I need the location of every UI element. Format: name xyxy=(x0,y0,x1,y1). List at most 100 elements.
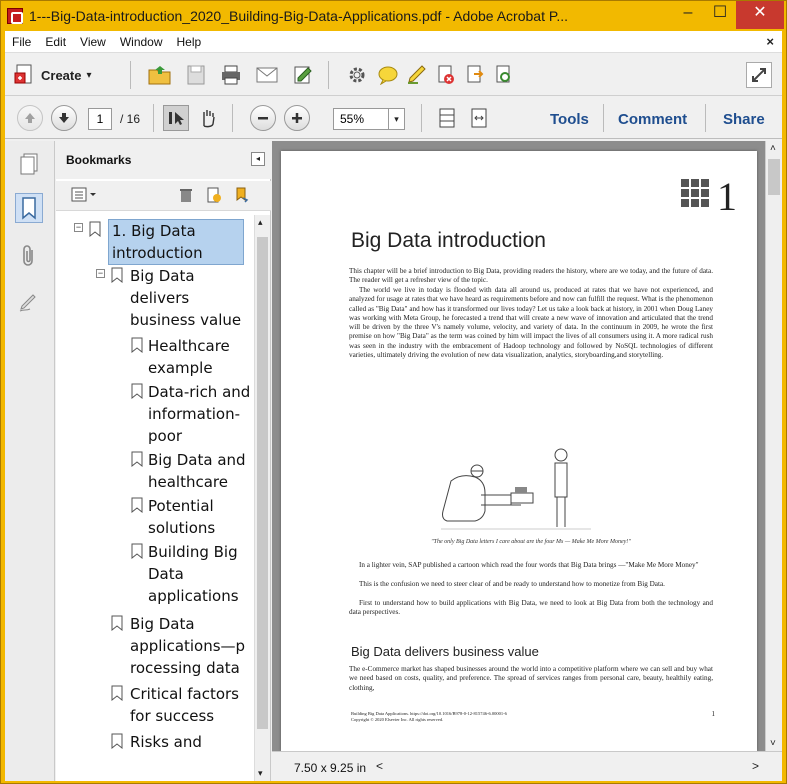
email-icon[interactable] xyxy=(255,62,279,88)
attachments-paperclip-icon[interactable] xyxy=(15,241,43,271)
menu-help[interactable]: Help xyxy=(170,35,209,49)
bookmark-item[interactable]: Healthcare example xyxy=(148,335,248,379)
export-pdf-icon[interactable] xyxy=(463,62,487,88)
title-bar[interactable]: 1---Big-Data-introduction_2020_Building-… xyxy=(1,1,786,31)
bookmarks-panel-icon[interactable] xyxy=(15,193,43,223)
bookmark-item[interactable]: Big Data applications—p rocessing data xyxy=(130,613,250,679)
delete-page-icon[interactable] xyxy=(434,62,458,88)
scroll-left-icon[interactable]: < xyxy=(376,759,383,773)
document-viewer[interactable]: 1 Big Data introduction This chapter wil… xyxy=(272,141,782,781)
paragraph-intro: This chapter will be a brief introductio… xyxy=(349,267,713,285)
fit-page-icon[interactable] xyxy=(435,105,459,131)
bookmark-icon xyxy=(111,685,123,701)
bookmark-item[interactable]: Critical factors for success xyxy=(130,683,250,727)
comment-bubble-icon[interactable] xyxy=(376,62,400,88)
cartoon-caption: "The only Big Data letters I care about … xyxy=(431,539,631,545)
navigation-rail xyxy=(5,141,55,781)
collapse-panel-button[interactable]: ◂ xyxy=(251,152,265,166)
scroll-right-icon[interactable]: > xyxy=(752,759,759,773)
page-magnify-icon[interactable] xyxy=(492,62,516,88)
bookmark-item[interactable]: Building Big Data applications xyxy=(148,541,251,607)
previous-page-icon[interactable] xyxy=(17,105,43,131)
bookmark-icon xyxy=(111,615,123,631)
signatures-pen-icon[interactable] xyxy=(15,287,43,317)
chevron-down-icon: ▾ xyxy=(86,69,92,81)
paragraph-perspectives: First to understand how to build applica… xyxy=(349,599,713,617)
create-pdf-icon[interactable] xyxy=(13,62,37,88)
menu-file[interactable]: File xyxy=(5,35,38,49)
trash-icon[interactable] xyxy=(176,185,196,205)
bookmark-icon xyxy=(131,543,143,559)
divider xyxy=(153,104,154,132)
scroll-down-icon[interactable]: ▾ xyxy=(258,768,263,779)
zoom-out-icon[interactable] xyxy=(250,105,276,131)
print-icon[interactable] xyxy=(219,62,243,88)
collapse-toggle-icon[interactable]: − xyxy=(96,269,105,278)
divider xyxy=(421,104,422,132)
save-icon[interactable] xyxy=(185,62,207,88)
page-total-label: / 16 xyxy=(120,112,141,126)
bookmark-item[interactable]: Potential solutions xyxy=(148,495,251,539)
zoom-level-input[interactable] xyxy=(333,108,389,130)
expand-bookmark-icon[interactable] xyxy=(232,185,252,205)
divider xyxy=(130,61,131,89)
footer-copyright: Copyright © 2020 Elsevier Inc. All right… xyxy=(351,717,444,722)
open-folder-icon[interactable] xyxy=(147,62,173,88)
zoom-dropdown-button[interactable]: ▾ xyxy=(389,108,405,130)
bookmark-options-icon[interactable] xyxy=(70,185,100,205)
bookmarks-scrollbar[interactable]: ▴ ▾ xyxy=(254,215,270,781)
divider xyxy=(232,104,233,132)
collapse-toggle-icon[interactable]: − xyxy=(74,223,83,232)
menu-edit[interactable]: Edit xyxy=(38,35,73,49)
new-bookmark-icon[interactable] xyxy=(204,185,224,205)
tools-pane-link[interactable]: Tools xyxy=(550,111,589,128)
close-window-button[interactable]: ✕ xyxy=(736,1,784,29)
bookmark-item[interactable]: Big Data delivers business value xyxy=(130,265,250,331)
page-number: 1 xyxy=(711,710,716,718)
zoom-in-icon[interactable] xyxy=(284,105,310,131)
comment-pane-link[interactable]: Comment xyxy=(618,111,687,128)
select-cursor-icon[interactable] xyxy=(163,105,189,131)
paragraph-sap: In a lighter vein, SAP published a carto… xyxy=(359,561,699,569)
menu-view[interactable]: View xyxy=(73,35,113,49)
minimize-button[interactable]: – xyxy=(673,1,703,29)
scroll-thumb[interactable] xyxy=(768,159,780,195)
scroll-up-icon[interactable]: ˄ xyxy=(770,143,776,154)
scroll-up-icon[interactable]: ▴ xyxy=(258,217,263,228)
document-scrollbar[interactable]: ˄ ˅ xyxy=(765,141,782,751)
paragraph-history: The world we live in today is flooded wi… xyxy=(349,286,713,360)
bookmarks-tree: − 1. Big Data introduction − Big Data de… xyxy=(56,215,251,781)
maximize-button[interactable]: ☐ xyxy=(705,1,735,29)
main-toolbar: Create ▾ xyxy=(5,54,782,96)
page-number-input[interactable] xyxy=(88,108,112,130)
bookmark-item[interactable]: 1. Big Data introduction xyxy=(108,219,244,265)
status-bar: 7.50 x 9.25 in < > xyxy=(272,751,782,781)
settings-gear-icon[interactable] xyxy=(345,62,369,88)
menu-window[interactable]: Window xyxy=(113,35,170,49)
sign-document-icon[interactable] xyxy=(291,62,315,88)
scroll-down-icon[interactable]: ˅ xyxy=(770,738,776,749)
bookmark-item[interactable]: Risks and xyxy=(130,731,250,753)
paragraph-ecommerce: The e-Commerce market has shaped busines… xyxy=(349,665,713,692)
close-document-button[interactable]: × xyxy=(766,34,774,49)
highlight-pen-icon[interactable] xyxy=(405,62,429,88)
hand-tool-icon[interactable] xyxy=(195,105,221,131)
next-page-icon[interactable] xyxy=(51,105,77,131)
create-button[interactable]: Create ▾ xyxy=(41,66,92,84)
bookmark-icon xyxy=(131,337,143,353)
divider xyxy=(328,61,329,89)
share-pane-link[interactable]: Share xyxy=(723,111,765,128)
bookmark-icon xyxy=(111,267,123,283)
fit-width-icon[interactable] xyxy=(467,105,491,131)
bookmark-icon xyxy=(131,383,143,399)
bookmark-icon xyxy=(111,733,123,749)
acrobat-app-icon xyxy=(7,8,23,24)
fullscreen-expand-icon[interactable] xyxy=(746,62,772,88)
scroll-thumb[interactable] xyxy=(257,237,268,729)
chapter-ornament-icon xyxy=(681,179,709,207)
bookmark-item[interactable]: Data-rich and information- poor xyxy=(148,381,251,447)
page-thumbnails-icon[interactable] xyxy=(15,149,43,179)
chapter-number: 1 xyxy=(717,174,737,219)
pdf-page: 1 Big Data introduction This chapter wil… xyxy=(281,151,757,751)
bookmark-item[interactable]: Big Data and healthcare xyxy=(148,449,251,493)
